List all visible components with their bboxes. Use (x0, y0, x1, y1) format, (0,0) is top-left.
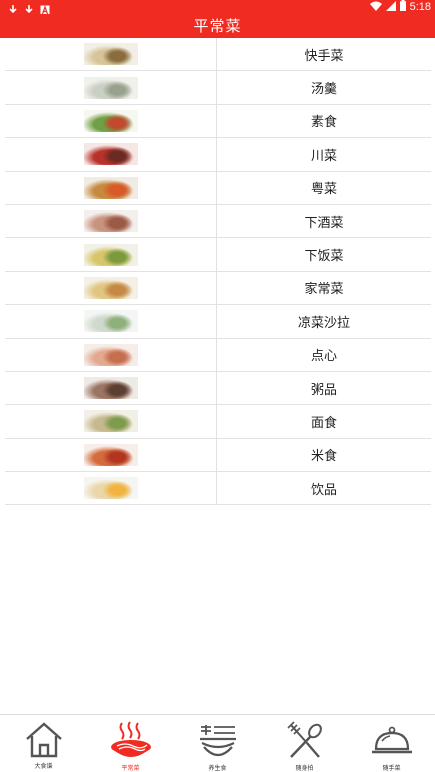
notification-icons (8, 1, 50, 16)
hot-dish-icon (110, 721, 151, 757)
status-bar: 5:18 (0, 0, 435, 16)
category-thumbnail (83, 443, 138, 466)
category-label: 素食 (310, 115, 337, 131)
page-title: 平常菜 (193, 17, 242, 35)
category-label: 点心 (310, 349, 337, 365)
category-thumbnail (83, 43, 138, 66)
bowl-icon (199, 725, 236, 757)
category-thumbnail (83, 176, 138, 199)
cloche-icon (371, 726, 412, 754)
category-thumbnail (83, 276, 138, 299)
category-thumb-cell (5, 171, 217, 204)
tab-label: 随手菜 (382, 765, 401, 772)
category-row[interactable]: 川菜 (5, 138, 431, 172)
header: 平常菜 (0, 14, 435, 38)
category-label: 汤羹 (310, 82, 337, 98)
tab-home-dishes[interactable]: 平常菜 (87, 715, 174, 772)
category-label: 面食 (310, 415, 337, 431)
category-label: 米食 (310, 449, 337, 465)
system-icons: 5:18 (369, 0, 431, 14)
tab-snapshot[interactable]: 随身拍 (261, 715, 348, 772)
category-thumb-cell (5, 371, 217, 405)
category-row[interactable]: 家常菜 (5, 271, 431, 306)
category-label: 家常菜 (304, 282, 344, 298)
category-row[interactable]: 点心 (5, 338, 431, 372)
bottom-tab-bar: 大食谱 平常菜 养生食 随身拍 随手菜 (0, 714, 435, 772)
category-row[interactable]: 下饭菜 (5, 238, 431, 272)
home-icon (25, 722, 62, 758)
category-thumb-cell (5, 138, 217, 171)
tab-health-food[interactable]: 养生食 (174, 715, 261, 772)
category-thumbnail (83, 76, 138, 99)
category-thumb-cell (5, 305, 217, 338)
category-label: 下酒菜 (304, 215, 344, 231)
download-icon (24, 1, 34, 16)
category-thumb-cell (5, 271, 217, 305)
font-icon (40, 1, 50, 16)
category-thumb-cell (5, 472, 217, 505)
wifi-icon (369, 1, 382, 14)
category-thumb-cell (5, 405, 217, 438)
category-row[interactable]: 凉菜沙拉 (5, 305, 431, 339)
category-thumb-cell (5, 338, 217, 371)
tab-label: 养生食 (208, 765, 227, 772)
category-thumbnail (83, 243, 138, 266)
category-thumbnail (83, 343, 138, 366)
status-time: 5:18 (409, 0, 431, 13)
category-thumbnail (83, 377, 138, 400)
category-row[interactable]: 饮品 (5, 472, 431, 506)
category-row[interactable]: 粤菜 (5, 171, 431, 205)
category-label: 川菜 (310, 148, 337, 164)
category-label: 凉菜沙拉 (297, 315, 350, 331)
category-thumbnail (83, 210, 138, 233)
category-label: 下饭菜 (304, 249, 344, 265)
category-row[interactable]: 粥品 (5, 371, 431, 406)
tab-label: 平常菜 (121, 765, 140, 772)
category-row[interactable]: 快手菜 (5, 38, 431, 72)
category-label: 饮品 (310, 482, 337, 498)
category-thumb-cell (5, 438, 217, 472)
category-label: 粤菜 (310, 182, 337, 198)
category-list: 快手菜汤羹素食川菜粤菜下酒菜下饭菜家常菜凉菜沙拉点心粥品面食米食饮品 (5, 38, 431, 506)
category-label: 粥品 (310, 382, 337, 398)
category-row[interactable]: 素食 (5, 104, 431, 139)
tab-label: 随身拍 (295, 765, 314, 772)
category-thumb-cell (5, 71, 217, 104)
tab-quick-dish[interactable]: 随手菜 (348, 715, 435, 772)
signal-icon (385, 0, 396, 14)
category-thumb-cell (5, 238, 217, 271)
category-row[interactable]: 下酒菜 (5, 204, 431, 239)
category-row[interactable]: 米食 (5, 438, 431, 473)
category-thumbnail (83, 477, 138, 500)
category-thumbnail (83, 410, 138, 433)
fork-spoon-icon (286, 721, 322, 758)
category-thumbnail (83, 109, 138, 132)
category-row[interactable]: 汤羹 (5, 71, 431, 105)
category-row[interactable]: 面食 (5, 405, 431, 439)
tab-label: 大食谱 (34, 763, 53, 770)
battery-icon (399, 0, 406, 14)
category-thumbnail (83, 143, 138, 166)
category-thumb-cell (5, 104, 217, 138)
tab-recipes[interactable]: 大食谱 (0, 715, 87, 772)
category-thumb-cell (5, 38, 217, 71)
category-thumbnail (83, 310, 138, 333)
category-thumb-cell (5, 204, 217, 238)
category-label: 快手菜 (304, 48, 344, 64)
download-icon (8, 1, 18, 16)
